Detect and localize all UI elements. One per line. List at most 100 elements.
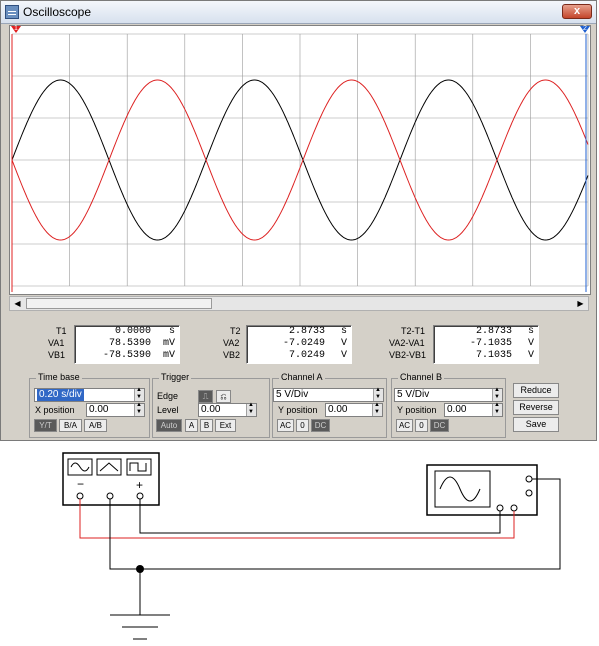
x-position-stepper[interactable]: 0.00: [86, 402, 145, 417]
channel-b-zero-button[interactable]: 0: [415, 419, 428, 432]
channel-a-scale-stepper[interactable]: 5 V/Div: [273, 387, 384, 402]
channel-a-title: Channel A: [279, 372, 325, 382]
t2-t1-value: 2.8733: [475, 326, 512, 337]
generator-plus-terminal: [136, 492, 144, 500]
timebase-group: Time base 0.20 s/div X position 0.00 Y/T…: [29, 372, 150, 438]
x-position-label: X position: [35, 405, 75, 415]
generator-minus-terminal: [76, 492, 84, 500]
cursor-2-label: 2: [583, 25, 587, 32]
channel-b-ac-button[interactable]: AC: [396, 419, 413, 432]
x-position-arrows-icon[interactable]: [134, 402, 144, 416]
vb2-vb1-unit: V: [527, 350, 534, 361]
window-title: Oscilloscope: [23, 5, 92, 19]
trigger-title: Trigger: [159, 372, 192, 382]
t1-unit: s: [168, 326, 175, 337]
channel-a-group: Channel A 5 V/Div Y position 0.00 AC 0 D…: [272, 372, 387, 438]
cursor-1-label: 1: [14, 25, 18, 32]
scroll-right-arrow-icon[interactable]: ▶: [573, 297, 588, 310]
scope-display: 1 2: [9, 25, 591, 295]
vb2-label: VB2: [223, 350, 241, 360]
channel-a-scale-arrows-icon[interactable]: [373, 387, 383, 401]
trigger-a-button[interactable]: A: [185, 419, 198, 432]
vb2-unit: V: [340, 350, 347, 361]
scroll-left-arrow-icon[interactable]: ◀: [10, 297, 25, 310]
edge-label: Edge: [157, 391, 179, 401]
va2-va1-value: -7.1035: [469, 338, 512, 349]
readout-box-2: 2.8733 s -7.0249 V 7.0249 V: [246, 325, 352, 364]
channel-b-scale-value: 5 V/Div: [397, 389, 430, 400]
trigger-b-button[interactable]: B: [200, 419, 213, 432]
channel-b-y-position-label: Y position: [397, 405, 437, 415]
readout-box-3: 2.8733 s -7.1035 V 7.1035 V: [433, 325, 539, 364]
cursor-readout-panel: T1 VA1 VB1 0.0000 s 78.5390 mV -78.5390 …: [28, 319, 568, 371]
channel-a-zero-button[interactable]: 0: [296, 419, 309, 432]
va2-va1-label: VA2-VA1: [389, 338, 425, 348]
yt-mode-button[interactable]: Y/T: [34, 419, 57, 432]
reduce-button[interactable]: Reduce: [513, 383, 559, 398]
channel-b-scale-stepper[interactable]: 5 V/Div: [394, 387, 503, 402]
channel-b-scale-arrows-icon[interactable]: [492, 387, 502, 401]
channel-b-y-position-arrows-icon[interactable]: [492, 402, 502, 416]
readout-box-1: 0.0000 s 78.5390 mV -78.5390 mV: [74, 325, 180, 364]
channel-a-dc-button[interactable]: DC: [311, 419, 330, 432]
scope-grid-and-traces: [11, 33, 589, 292]
trigger-level-arrows-icon[interactable]: [246, 402, 256, 416]
level-label: Level: [157, 405, 179, 415]
t1-label: T1: [56, 326, 67, 336]
timebase-scale-stepper[interactable]: 0.20 s/div: [34, 387, 145, 402]
circuit-schematic: − +: [62, 452, 561, 640]
channel-a-y-position-arrows-icon[interactable]: [372, 402, 382, 416]
va2-label: VA2: [223, 338, 240, 348]
va2-va1-unit: V: [527, 338, 534, 349]
close-button[interactable]: x: [562, 4, 592, 19]
channel-b-y-position-stepper[interactable]: 0.00: [444, 402, 503, 417]
rising-edge-icon[interactable]: ⎍: [198, 390, 213, 403]
t2-unit: s: [340, 326, 347, 337]
channel-b-y-position-value: 0.00: [447, 404, 467, 415]
oscilloscope-symbol[interactable]: [426, 464, 538, 516]
x-position-value: 0.00: [89, 404, 109, 415]
trigger-ext-button[interactable]: Ext: [215, 419, 236, 432]
timebase-title: Time base: [36, 372, 82, 382]
ab-mode-button[interactable]: A/B: [84, 419, 107, 432]
channel-a-ac-button[interactable]: AC: [277, 419, 294, 432]
function-generator[interactable]: − +: [62, 452, 160, 506]
ba-mode-button[interactable]: B/A: [59, 419, 82, 432]
va2-unit: V: [340, 338, 347, 349]
channel-b-dc-button[interactable]: DC: [430, 419, 449, 432]
reverse-button[interactable]: Reverse: [513, 400, 559, 415]
oscilloscope-window: Oscilloscope x 1 2 ◀ ▶ T1 VA1 VB1 0.0000…: [0, 0, 597, 441]
trigger-auto-button[interactable]: Auto: [156, 419, 182, 432]
t1-value: 0.0000: [114, 326, 151, 337]
vb1-unit: mV: [162, 350, 175, 361]
vb1-label: VB1: [48, 350, 66, 360]
t2-label: T2: [230, 326, 241, 336]
channel-a-y-position-value: 0.00: [328, 404, 348, 415]
scrollbar-thumb[interactable]: [26, 298, 212, 309]
title-bar[interactable]: Oscilloscope x: [1, 1, 596, 24]
horizontal-scrollbar[interactable]: ◀ ▶: [9, 296, 589, 311]
vb1-value: -78.5390: [102, 350, 151, 361]
generator-plus-label: +: [136, 478, 143, 492]
channel-a-y-position-label: Y position: [278, 405, 318, 415]
t2-t1-label: T2-T1: [401, 326, 426, 336]
vb2-vb1-value: 7.1035: [475, 350, 512, 361]
falling-edge-icon[interactable]: ⎌: [216, 390, 231, 403]
generator-common-terminal: [106, 492, 114, 500]
channel-b-group: Channel B 5 V/Div Y position 0.00 AC 0 D…: [391, 372, 506, 438]
trigger-level-stepper[interactable]: 0.00: [198, 402, 257, 417]
timebase-scale-value: 0.20 s/div: [37, 389, 84, 401]
channel-a-scale-value: 5 V/Div: [276, 389, 309, 400]
channel-a-y-position-stepper[interactable]: 0.00: [325, 402, 383, 417]
va1-unit: mV: [162, 338, 175, 349]
scope-grid: [11, 33, 589, 287]
trigger-level-value: 0.00: [201, 404, 221, 415]
va2-value: -7.0249: [282, 338, 325, 349]
vb2-vb1-label: VB2-VB1: [389, 350, 427, 360]
generator-minus-label: −: [77, 477, 84, 491]
save-button[interactable]: Save: [513, 417, 559, 432]
timebase-scale-arrows-icon[interactable]: [134, 387, 144, 401]
channel-b-title: Channel B: [398, 372, 445, 382]
trigger-group: Trigger Edge ⎍ ⎌ Level 0.00 Auto A B Ext: [152, 372, 270, 438]
oscilloscope-app-icon: [5, 5, 19, 19]
